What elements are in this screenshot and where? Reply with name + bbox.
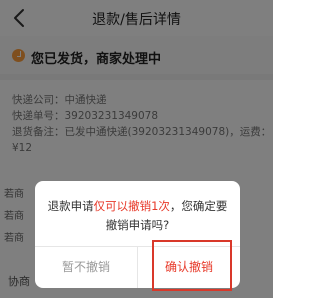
message-text: 退款申请 — [47, 199, 94, 213]
highlight-annotation-box — [152, 240, 232, 291]
refund-detail-page: 退款/售后详情 您已发货，商家处理中 快递公司：中通快递 快递单号：392032… — [0, 0, 273, 298]
dialog-message: 退款申请仅可以撤销1次，您确定要撤销申请吗? — [47, 197, 228, 235]
cancel-button[interactable]: 暂不撤销 — [35, 247, 137, 288]
message-highlight: 仅可以撤销1次 — [93, 199, 170, 213]
